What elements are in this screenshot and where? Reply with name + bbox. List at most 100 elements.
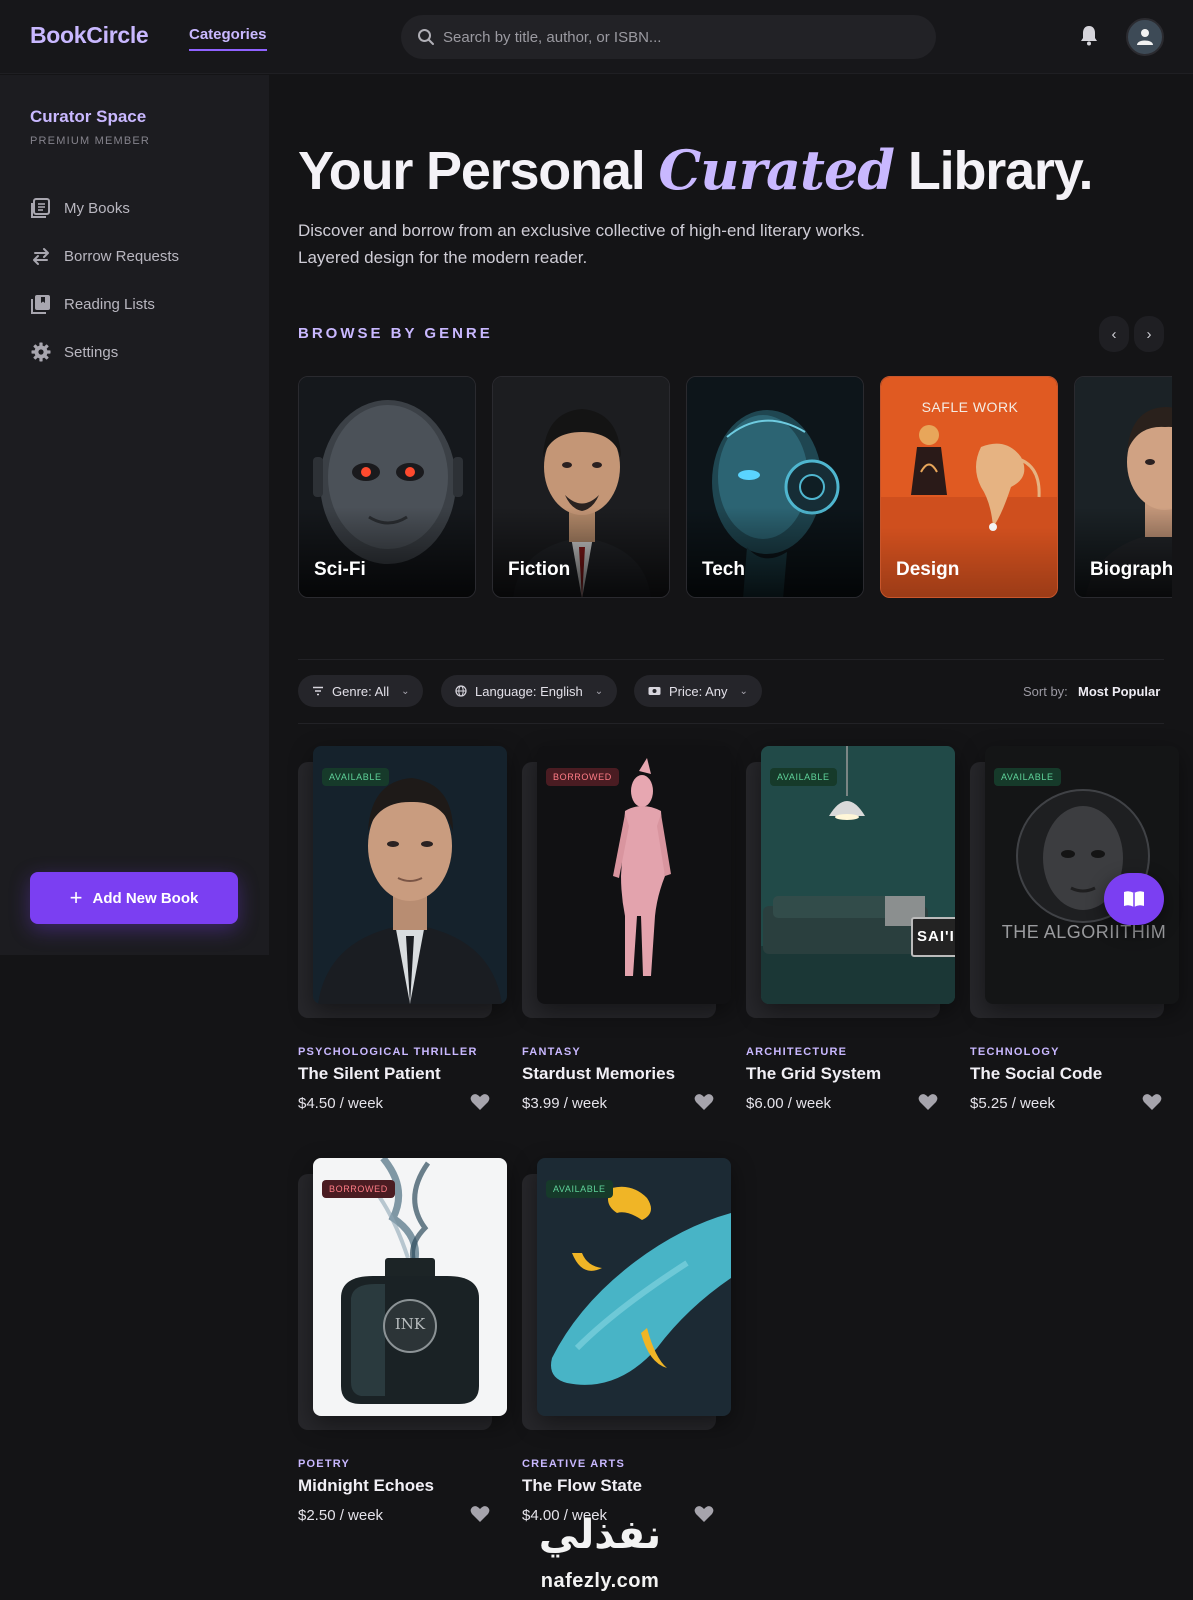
brand-logo[interactable]: BookCircle xyxy=(30,22,149,49)
book-card[interactable]: INK BORROWED POETRY Midnight Echoes $2.5… xyxy=(298,1158,507,1538)
book-category: PSYCHOLOGICAL THRILLER xyxy=(298,1046,478,1058)
book-card[interactable]: BORROWED FANTASY Stardust Memories $3.99… xyxy=(522,746,731,1126)
genre-label: Sci-Fi xyxy=(314,559,366,580)
watermark-arabic: نفذلي xyxy=(538,1513,662,1557)
sort-label: Sort by: xyxy=(1023,684,1068,699)
heart-icon[interactable] xyxy=(470,1505,490,1523)
plus-icon: + xyxy=(69,885,83,910)
genre-card-sci-fi[interactable]: Sci-Fi xyxy=(298,376,476,598)
add-new-book-button[interactable]: + Add New Book xyxy=(30,872,238,924)
book-price: $5.25 / week xyxy=(970,1095,1056,1112)
heart-icon[interactable] xyxy=(918,1093,938,1111)
design-card-text: SAFLE WORK xyxy=(921,399,1019,415)
book-cover[interactable]: AVAILABLE xyxy=(537,1158,731,1416)
cover-title-text: THE ALGORIITHIM xyxy=(1001,922,1167,942)
genre-label: Fiction xyxy=(508,559,571,580)
book-title[interactable]: Stardust Memories xyxy=(522,1064,675,1084)
book-price: $4.50 / week xyxy=(298,1095,384,1112)
card-shade xyxy=(299,507,475,597)
chevron-right-icon: › xyxy=(1146,325,1152,343)
chevron-down-icon: ⌄ xyxy=(739,685,748,697)
sidebar-item-reading-lists[interactable]: Reading Lists xyxy=(30,292,155,316)
read-book-button[interactable] xyxy=(1104,873,1164,925)
book-price: $3.99 / week xyxy=(522,1095,608,1112)
filter-icon xyxy=(313,686,323,696)
heart-icon[interactable] xyxy=(694,1093,714,1111)
search-input[interactable] xyxy=(443,15,923,59)
language-filter-dropdown[interactable]: Language: English ⌄ xyxy=(441,675,618,707)
genre-filter-label: Genre: All xyxy=(332,683,390,699)
book-cover[interactable]: AVAILABLE xyxy=(313,746,507,1004)
carousel-prev-button[interactable]: ‹ xyxy=(1099,316,1129,352)
add-new-book-label: Add New Book xyxy=(92,889,199,907)
library-icon xyxy=(30,293,52,315)
genre-label: Biograph xyxy=(1090,559,1172,580)
book-title[interactable]: The Grid System xyxy=(746,1064,881,1084)
gear-icon xyxy=(30,341,52,363)
genre-label: Design xyxy=(896,559,960,580)
search-bar[interactable] xyxy=(401,15,936,59)
sidebar: Curator Space PREMIUM MEMBER My Books Bo… xyxy=(0,75,269,955)
status-badge: BORROWED xyxy=(546,768,619,786)
book-cover[interactable]: SAI'I AVAILABLE xyxy=(761,746,955,1004)
book-category: ARCHITECTURE xyxy=(746,1046,848,1058)
notification-bell-icon[interactable] xyxy=(1079,24,1099,46)
language-filter-label: Language: English xyxy=(475,683,583,699)
genre-carousel: Sci-Fi Fiction Tech SAFLE WORK Design Bi… xyxy=(298,376,1172,600)
book-card[interactable]: AVAILABLE CREATIVE ARTS The Flow State $… xyxy=(522,1158,731,1538)
card-shade xyxy=(1075,507,1172,597)
sidebar-item-borrow-requests[interactable]: Borrow Requests xyxy=(30,244,179,268)
book-title[interactable]: The Social Code xyxy=(970,1064,1102,1084)
heart-icon[interactable] xyxy=(470,1093,490,1111)
top-bar: BookCircle Categories xyxy=(0,0,1193,74)
chevron-down-icon: ⌄ xyxy=(401,685,410,697)
divider xyxy=(298,659,1164,660)
nav-categories-link[interactable]: Categories xyxy=(189,26,267,51)
book-title[interactable]: Midnight Echoes xyxy=(298,1476,434,1496)
sidebar-item-label: Settings xyxy=(64,343,119,361)
carousel-next-button[interactable]: › xyxy=(1134,316,1164,352)
status-badge: AVAILABLE xyxy=(322,768,389,786)
book-cover[interactable]: INK BORROWED xyxy=(313,1158,507,1416)
genre-card-biography[interactable]: Biograph xyxy=(1074,376,1172,598)
title-part-1: Your Personal xyxy=(298,141,646,201)
sidebar-item-my-books[interactable]: My Books xyxy=(30,196,130,220)
book-title[interactable]: The Flow State xyxy=(522,1476,642,1496)
book-category: FANTASY xyxy=(522,1046,581,1058)
genre-section-heading: BROWSE BY GENRE xyxy=(298,325,493,342)
heart-icon[interactable] xyxy=(694,1505,714,1523)
sidebar-item-label: My Books xyxy=(64,199,130,217)
sort-dropdown[interactable]: Most Popular xyxy=(1078,684,1160,699)
card-shade xyxy=(493,507,669,597)
chevron-down-icon: ⌄ xyxy=(594,685,604,697)
book-card[interactable]: SAI'I AVAILABLE ARCHITECTURE The Grid Sy… xyxy=(746,746,955,1126)
genre-filter-dropdown[interactable]: Genre: All ⌄ xyxy=(298,675,424,707)
book-card[interactable]: THE ALGORIITHIM AVAILABLE TECHNOLOGY The… xyxy=(970,746,1179,1126)
book-card[interactable]: AVAILABLE PSYCHOLOGICAL THRILLER The Sil… xyxy=(298,746,507,1126)
price-filter-label: Price: Any xyxy=(669,683,728,699)
hero-description: Discover and borrow from an exclusive co… xyxy=(298,217,938,271)
search-icon xyxy=(418,29,434,45)
book-cover[interactable]: BORROWED xyxy=(537,746,731,1004)
price-filter-dropdown[interactable]: Price: Any ⌄ xyxy=(634,675,762,707)
open-book-icon xyxy=(1124,891,1144,907)
book-category: TECHNOLOGY xyxy=(970,1046,1060,1058)
title-accent: Curated xyxy=(658,138,895,202)
swap-arrows-icon xyxy=(30,245,52,267)
book-title[interactable]: The Silent Patient xyxy=(298,1064,441,1084)
sidebar-item-label: Borrow Requests xyxy=(64,247,180,265)
genre-card-tech[interactable]: Tech xyxy=(686,376,864,598)
status-badge: AVAILABLE xyxy=(994,768,1061,786)
heart-icon[interactable] xyxy=(1142,1093,1162,1111)
book-price: $2.50 / week xyxy=(298,1507,384,1524)
user-avatar[interactable] xyxy=(1126,18,1164,56)
membership-label: PREMIUM MEMBER xyxy=(30,135,151,147)
sidebar-item-settings[interactable]: Settings xyxy=(30,340,118,364)
genre-card-design[interactable]: SAFLE WORK Design xyxy=(880,376,1058,598)
divider xyxy=(298,723,1164,724)
page-title: Your Personal Curated Library. xyxy=(298,138,1094,202)
title-part-2: Library. xyxy=(907,141,1094,201)
genre-card-fiction[interactable]: Fiction xyxy=(492,376,670,598)
card-shade xyxy=(687,507,863,597)
status-badge: AVAILABLE xyxy=(770,768,837,786)
